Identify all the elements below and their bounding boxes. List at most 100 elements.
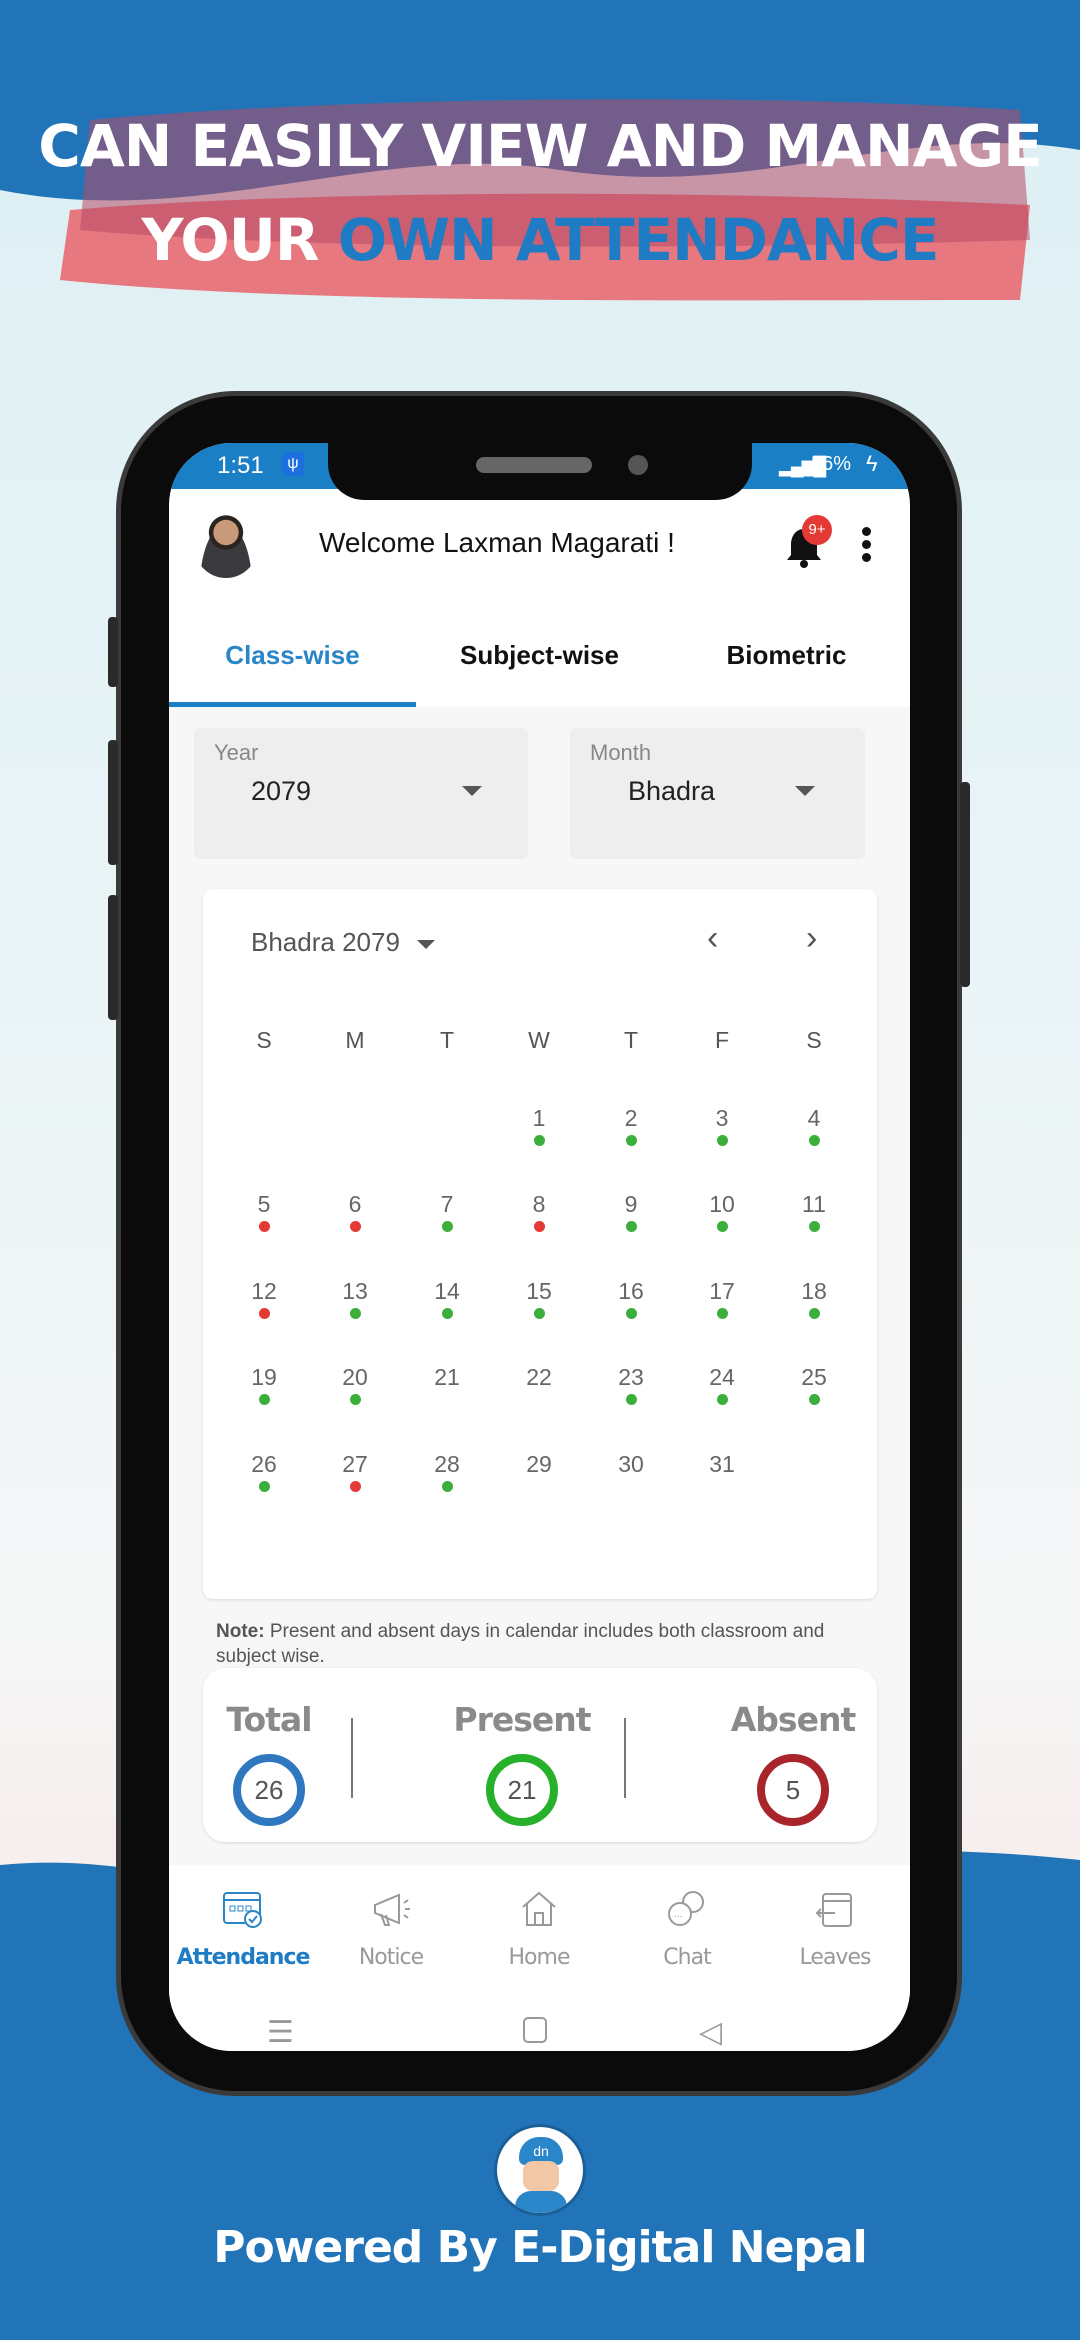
calendar-month-selector[interactable]: Bhadra 2079 <box>251 927 436 958</box>
calendar-day[interactable]: 3 <box>692 1105 752 1132</box>
previous-month-button[interactable]: ‹ <box>707 919 718 958</box>
present-dot <box>350 1394 361 1405</box>
calendar-day[interactable]: 23 <box>601 1364 661 1391</box>
present-dot <box>626 1308 637 1319</box>
present-dot <box>626 1394 637 1405</box>
calendar-day[interactable]: 10 <box>692 1191 752 1218</box>
nav-label: Leaves <box>799 1945 872 1970</box>
calendar-day[interactable]: 11 <box>784 1191 844 1218</box>
year-dropdown[interactable]: Year 2079 <box>194 728 528 859</box>
absent-dot <box>259 1308 270 1319</box>
calendar-day[interactable]: 29 <box>509 1451 569 1478</box>
divider <box>351 1718 353 1798</box>
nav-notice[interactable]: Notice <box>317 1885 465 1970</box>
phone-button <box>108 895 118 1020</box>
nav-chat[interactable]: ... Chat <box>613 1885 761 1970</box>
nav-label: Home <box>508 1945 571 1970</box>
calendar-day[interactable]: 1 <box>509 1105 569 1132</box>
notification-button[interactable]: 9+ <box>784 515 834 571</box>
present-dot <box>809 1308 820 1319</box>
nav-attendance[interactable]: Attendance <box>169 1885 317 1970</box>
present-dot <box>717 1308 728 1319</box>
calendar-day[interactable]: 31 <box>692 1451 752 1478</box>
calendar-day[interactable]: 9 <box>601 1191 661 1218</box>
calendar-day[interactable]: 28 <box>417 1451 477 1478</box>
usb-icon: ψ <box>282 452 304 476</box>
recent-apps-button[interactable]: ☰ <box>267 2015 294 2050</box>
calendar-day[interactable]: 6 <box>325 1191 385 1218</box>
avatar[interactable] <box>193 508 259 578</box>
present-dot <box>809 1135 820 1146</box>
weekday-label: M <box>345 1027 365 1053</box>
attendance-summary-card: Total 26 Present 21 Absent 5 <box>203 1668 877 1842</box>
tab-biometric[interactable]: Biometric <box>663 623 910 707</box>
calendar-day[interactable]: 17 <box>692 1278 752 1305</box>
present-dot <box>259 1394 270 1405</box>
note-text: Present and absent days in calendar incl… <box>216 1621 825 1667</box>
calendar-day[interactable]: 26 <box>234 1451 294 1478</box>
calendar-day[interactable]: 8 <box>509 1191 569 1218</box>
present-dot <box>809 1394 820 1405</box>
caret-down-icon <box>462 786 482 796</box>
calendar-card: Bhadra 2079 ‹ › S M T W T F S 1 2 3 4 5 6 7 8 9 10 11 12 13… <box>203 889 877 1599</box>
total-label: Total <box>226 1700 312 1739</box>
present-dot <box>809 1221 820 1232</box>
weekday-label: T <box>439 1027 455 1053</box>
month-dropdown[interactable]: Month Bhadra <box>570 728 865 859</box>
present-dot <box>259 1481 270 1492</box>
headline-accent: OWN ATTENDANCE <box>337 206 940 274</box>
next-month-button[interactable]: › <box>806 919 817 958</box>
present-dot <box>442 1308 453 1319</box>
calendar-day[interactable]: 14 <box>417 1278 477 1305</box>
nav-label: Chat <box>663 1945 711 1970</box>
year-label: Year <box>214 740 259 765</box>
calendar-day[interactable]: 16 <box>601 1278 661 1305</box>
calendar-day[interactable]: 21 <box>417 1364 477 1391</box>
calendar-title: Bhadra 2079 <box>251 927 400 957</box>
absent-dot <box>350 1221 361 1232</box>
calendar-day[interactable]: 18 <box>784 1278 844 1305</box>
calendar-day[interactable]: 13 <box>325 1278 385 1305</box>
present-dot <box>534 1308 545 1319</box>
calendar-day[interactable]: 22 <box>509 1364 569 1391</box>
calendar-day[interactable]: 5 <box>234 1191 294 1218</box>
tab-subject-wise[interactable]: Subject-wise <box>416 623 663 707</box>
calendar-day[interactable]: 7 <box>417 1191 477 1218</box>
weekday-label: W <box>528 1027 550 1053</box>
calendar-day[interactable]: 30 <box>601 1451 661 1478</box>
calendar-day[interactable]: 20 <box>325 1364 385 1391</box>
present-dot <box>626 1135 637 1146</box>
weekday-label: S <box>256 1027 272 1053</box>
charging-icon: ϟ <box>866 451 878 476</box>
nav-home[interactable]: Home <box>465 1885 613 1970</box>
promo-headline-line2: YOUR OWN ATTENDANCE <box>0 206 1080 274</box>
present-dot <box>534 1135 545 1146</box>
caret-down-icon <box>417 939 436 949</box>
tab-class-wise[interactable]: Class-wise <box>169 623 416 707</box>
phone-button <box>108 617 118 687</box>
calendar-day[interactable]: 25 <box>784 1364 844 1391</box>
weekday-label: F <box>714 1027 730 1053</box>
nav-leaves[interactable]: Leaves <box>761 1885 909 1970</box>
present-dot <box>442 1221 453 1232</box>
calendar-day[interactable]: 4 <box>784 1105 844 1132</box>
present-dot <box>350 1308 361 1319</box>
present-count: 21 <box>486 1754 558 1826</box>
back-button[interactable]: ◁ <box>699 2015 722 2050</box>
calendar-check-icon <box>223 1892 262 1928</box>
calendar-day[interactable]: 15 <box>509 1278 569 1305</box>
present-dot <box>626 1221 637 1232</box>
absent-label: Absent <box>730 1700 856 1739</box>
phone-button <box>960 782 970 987</box>
calendar-day[interactable]: 19 <box>234 1364 294 1391</box>
home-system-button[interactable] <box>523 2017 547 2043</box>
calendar-day[interactable]: 12 <box>234 1278 294 1305</box>
calendar-day[interactable]: 2 <box>601 1105 661 1132</box>
calendar-day[interactable]: 27 <box>325 1451 385 1478</box>
absent-count: 5 <box>757 1754 829 1826</box>
phone-button <box>108 740 118 865</box>
nav-label: Attendance <box>176 1945 311 1970</box>
more-options-icon[interactable] <box>859 525 873 565</box>
total-count: 26 <box>233 1754 305 1826</box>
calendar-day[interactable]: 24 <box>692 1364 752 1391</box>
